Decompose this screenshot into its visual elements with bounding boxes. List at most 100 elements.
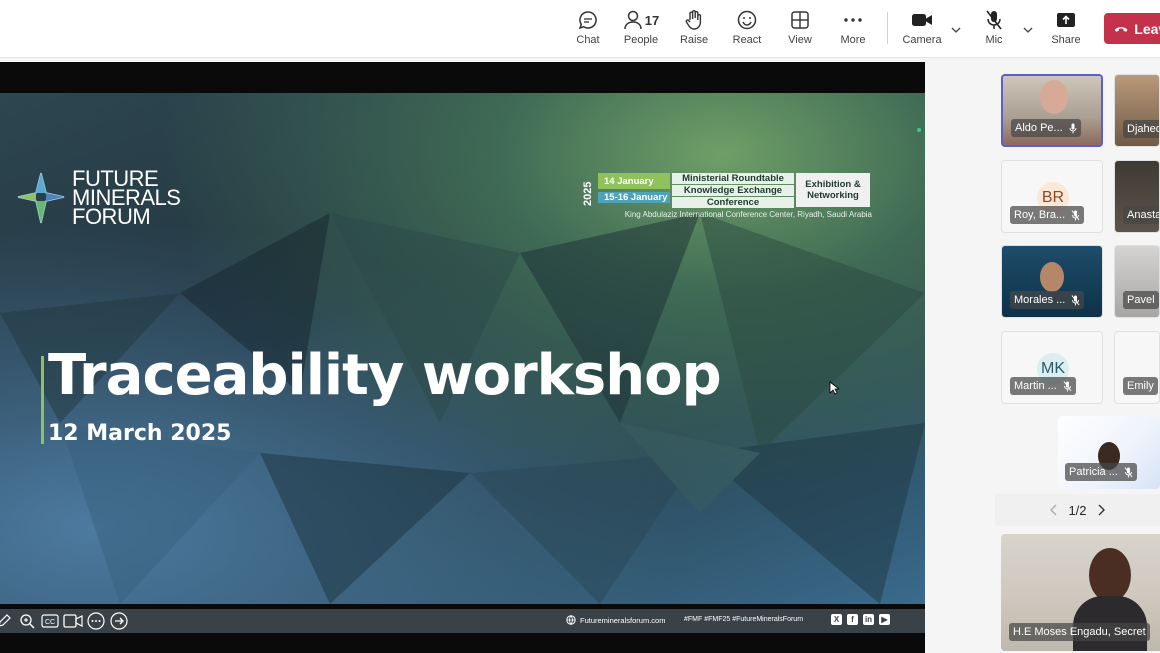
participant-name: Anasta bbox=[1127, 209, 1160, 221]
participant-name: H.E Moses Engadu, Secret bbox=[1013, 626, 1146, 638]
event-box-conference: Conference bbox=[672, 197, 794, 208]
footer-hashtags: #FMF #FMF25 #FutureMineralsForum bbox=[684, 616, 804, 623]
future-minerals-forum-logo: FUTURE MINERALS FORUM bbox=[16, 168, 181, 228]
participant-name: Martin ... bbox=[1014, 380, 1057, 392]
youtube-icon: ▶ bbox=[879, 614, 890, 625]
participant-tile-aldo[interactable]: Aldo Pe... bbox=[1001, 74, 1103, 147]
raise-label: Raise bbox=[679, 34, 709, 46]
title-accent-bar bbox=[41, 356, 44, 444]
toolbar-divider bbox=[887, 12, 888, 44]
share-button[interactable]: Share bbox=[1038, 8, 1094, 52]
event-box-exhibition: Exhibition & Networking bbox=[796, 173, 870, 207]
event-box-ministerial: Ministerial Roundtable bbox=[672, 173, 794, 184]
presentation-slide: FUTURE MINERALS FORUM 2025 14 January 15… bbox=[0, 93, 925, 604]
event-box-knowledge: Knowledge Exchange bbox=[672, 185, 794, 196]
people-button[interactable]: 17 People bbox=[613, 8, 669, 52]
more-label: More bbox=[840, 34, 866, 46]
star-logo-icon bbox=[17, 172, 65, 223]
participant-name: Patricia ... bbox=[1069, 466, 1118, 478]
leave-button[interactable]: Leave bbox=[1104, 13, 1160, 44]
shared-screen: FUTURE MINERALS FORUM 2025 14 January 15… bbox=[0, 62, 925, 653]
next-slide-icon[interactable] bbox=[109, 612, 129, 630]
meeting-toolbar: Chat 17 People Raise React View More Cam… bbox=[0, 0, 1160, 58]
participant-video bbox=[1089, 548, 1131, 602]
share-icon bbox=[1056, 8, 1076, 32]
x-icon: X bbox=[831, 614, 842, 625]
spotlight-participant-tile[interactable]: H.E Moses Engadu, Secret bbox=[1001, 534, 1160, 651]
mic-options-chevron-icon[interactable] bbox=[1021, 24, 1035, 36]
participant-tile-roy[interactable]: BR Roy, Bra... bbox=[1001, 160, 1103, 233]
event-info-block: 2025 14 January 15-16 January Ministeria… bbox=[582, 171, 872, 221]
more-button[interactable]: More bbox=[825, 8, 881, 52]
view-label: View bbox=[788, 34, 812, 46]
react-label: React bbox=[732, 34, 762, 46]
camera-label: Camera bbox=[902, 34, 942, 46]
participant-video bbox=[1040, 80, 1068, 114]
video-icon[interactable] bbox=[63, 612, 83, 630]
participant-name: Pavel bbox=[1127, 294, 1155, 306]
footer-website: Futuremineralsforum.com bbox=[566, 615, 665, 625]
next-page-chevron-icon[interactable] bbox=[1087, 504, 1115, 516]
sharing-indicator bbox=[917, 128, 921, 132]
facebook-icon: f bbox=[847, 614, 858, 625]
chat-button[interactable]: Chat bbox=[560, 8, 616, 52]
event-date-1: 14 January bbox=[598, 173, 670, 189]
more-options-icon[interactable] bbox=[86, 612, 106, 630]
view-button[interactable]: View bbox=[772, 8, 828, 52]
zoom-icon[interactable] bbox=[17, 612, 37, 630]
event-date-2: 15-16 January bbox=[598, 192, 670, 203]
participant-tile-morales[interactable]: Morales ... bbox=[1001, 245, 1103, 318]
chat-label: Chat bbox=[576, 34, 600, 46]
phone-hangup-icon bbox=[1114, 26, 1128, 32]
participant-tile-anasta[interactable]: Anasta bbox=[1114, 160, 1160, 233]
mic-off-icon bbox=[1071, 294, 1080, 306]
participant-name: Morales ... bbox=[1014, 294, 1066, 306]
camera-button[interactable]: Camera bbox=[894, 8, 950, 52]
participant-name: Djahed bbox=[1127, 123, 1160, 135]
previous-page-chevron-icon[interactable] bbox=[1040, 504, 1068, 516]
camera-options-chevron-icon[interactable] bbox=[949, 24, 963, 36]
pen-icon[interactable] bbox=[0, 612, 14, 630]
participant-tile-martin[interactable]: MK Martin ... bbox=[1001, 331, 1103, 404]
people-count: 17 bbox=[644, 12, 660, 28]
slide-footer-bar: CC Futuremineralsforum.com #FMF #FMF25 #… bbox=[0, 609, 925, 633]
svg-text:CC: CC bbox=[45, 619, 55, 626]
event-venue: King Abdulaziz International Conference … bbox=[624, 210, 872, 219]
raise-hand-button[interactable]: Raise bbox=[666, 8, 722, 52]
grid-icon bbox=[790, 8, 810, 32]
smiley-icon bbox=[736, 8, 758, 32]
gallery-pager: 1/2 bbox=[995, 494, 1160, 526]
react-button[interactable]: React bbox=[719, 8, 775, 52]
participant-tile-pavel[interactable]: Pavel bbox=[1114, 245, 1160, 318]
slide-title: Traceability workshop bbox=[48, 343, 722, 408]
mic-icon bbox=[1069, 123, 1077, 134]
mic-off-icon bbox=[1063, 380, 1072, 392]
chat-icon bbox=[577, 8, 599, 32]
people-icon bbox=[624, 10, 642, 30]
mic-label: Mic bbox=[985, 34, 1003, 46]
participant-name: Aldo Pe... bbox=[1015, 122, 1063, 134]
participant-video bbox=[1040, 262, 1064, 292]
participant-name: Roy, Bra... bbox=[1014, 209, 1066, 221]
mic-off-icon bbox=[984, 8, 1004, 32]
more-icon bbox=[843, 8, 863, 32]
participant-tile-djahed[interactable]: Djahed bbox=[1114, 74, 1160, 147]
footer-website-text: Futuremineralsforum.com bbox=[580, 615, 666, 625]
camera-icon bbox=[911, 8, 933, 32]
leave-label: Leave bbox=[1134, 20, 1160, 37]
participant-name: Emily bbox=[1127, 380, 1154, 392]
slide-date: 12 March 2025 bbox=[48, 421, 232, 446]
pager-label: 1/2 bbox=[1068, 502, 1087, 518]
participant-tile-patricia[interactable]: Patricia ... bbox=[1058, 416, 1160, 489]
captions-icon[interactable]: CC bbox=[40, 612, 60, 630]
linkedin-icon: in bbox=[863, 614, 874, 625]
mic-button[interactable]: Mic bbox=[966, 8, 1022, 52]
hand-icon bbox=[684, 8, 704, 32]
mic-off-icon bbox=[1071, 209, 1080, 221]
footer-social-icons: X f in ▶ bbox=[831, 614, 895, 625]
mouse-cursor-icon bbox=[829, 381, 839, 395]
participant-tile-emily[interactable]: Emily bbox=[1114, 331, 1160, 404]
share-label: Share bbox=[1051, 34, 1081, 46]
globe-icon bbox=[566, 615, 576, 625]
people-label: People bbox=[623, 34, 659, 46]
